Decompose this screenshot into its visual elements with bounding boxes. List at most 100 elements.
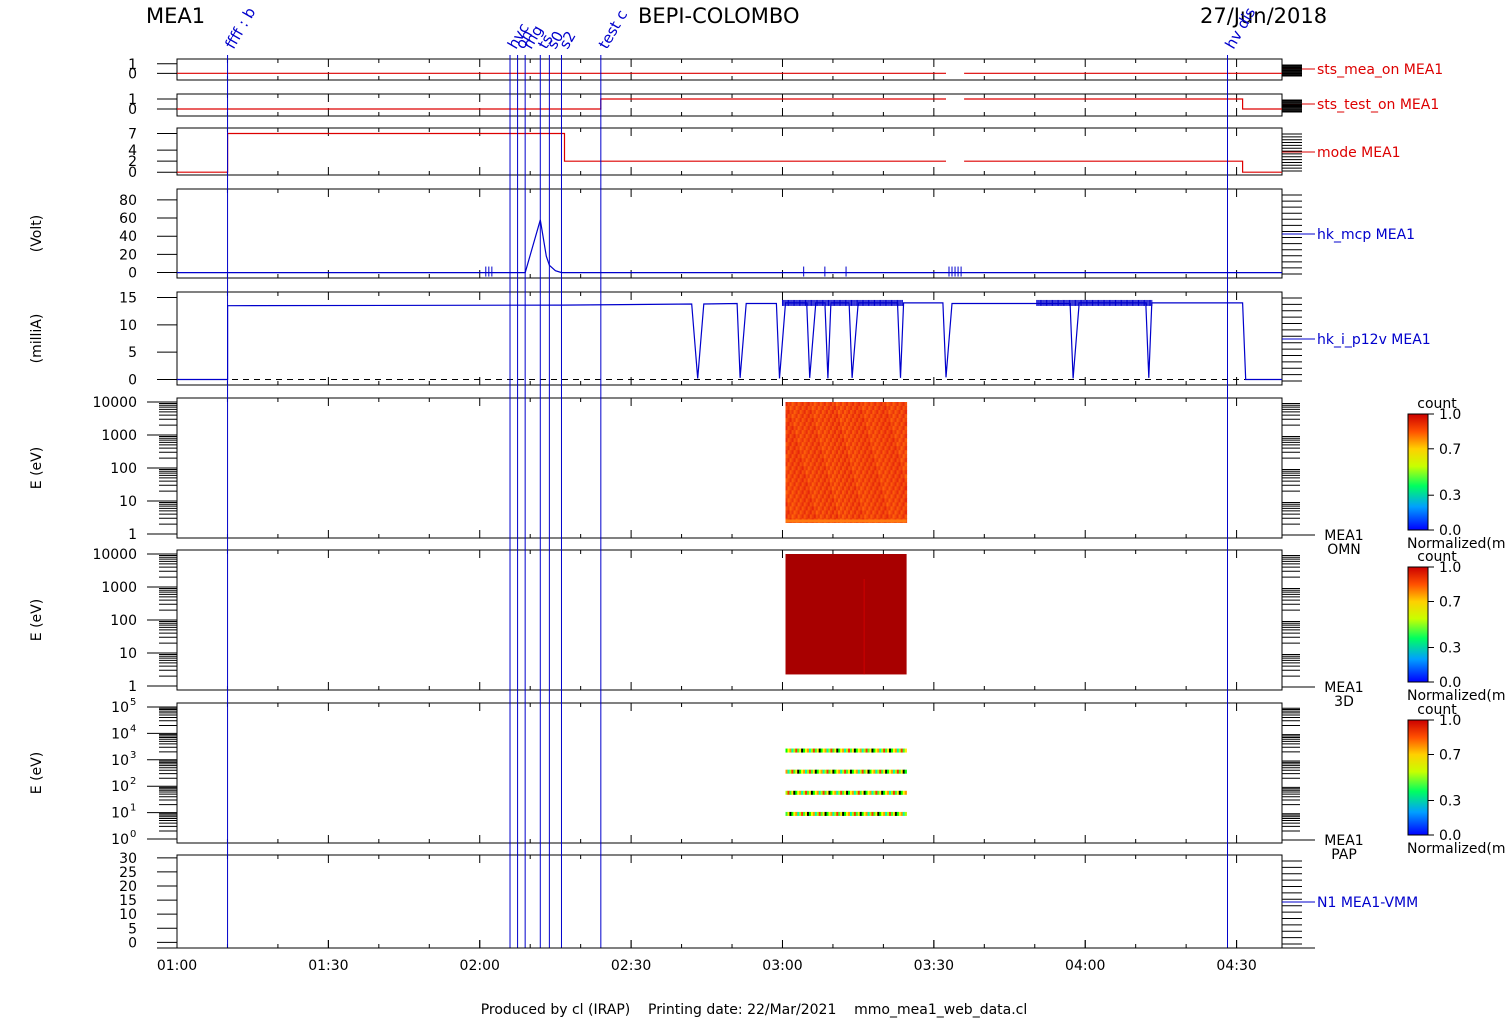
series-line (964, 160, 1282, 173)
band-cell (889, 790, 892, 795)
panel-0: sts_mea_on MEA110 (128, 57, 1443, 83)
band-cell (828, 790, 831, 795)
band-cell (867, 790, 870, 795)
band-cell (824, 811, 827, 816)
band-cell (900, 790, 903, 795)
band-cell (855, 811, 859, 816)
band-cell (834, 811, 837, 816)
band-cell (828, 811, 831, 816)
x-tick-label: 04:30 (1216, 958, 1256, 974)
band-cell (793, 811, 796, 816)
band-cell (904, 748, 907, 753)
band-cell (803, 811, 806, 816)
y-tick-label: 10 (111, 806, 129, 822)
panel-frame (176, 188, 1283, 279)
band-cell (855, 748, 859, 753)
band-cell (791, 769, 794, 774)
spectrogram-cell (904, 410, 908, 415)
panel-label: N1 MEA1-VMM (1317, 895, 1418, 911)
spectrogram-cell (904, 402, 908, 407)
band-cell (877, 811, 880, 816)
band-cell (881, 748, 884, 753)
band-cell (904, 790, 907, 795)
band-cell (793, 769, 796, 774)
colorbar (1407, 566, 1429, 683)
band-cell (806, 748, 810, 753)
band-cell (896, 748, 900, 753)
band-cell (896, 811, 900, 816)
band-cell (892, 790, 896, 795)
band-cell (881, 811, 884, 816)
panel-frame (176, 58, 1283, 81)
y-axis-label: E (eV) (29, 752, 45, 794)
y-tick-label: 0 (128, 102, 137, 118)
y-tick-exponent: 2 (130, 776, 136, 787)
spectrogram-cell (904, 450, 908, 455)
band-cell (853, 811, 857, 816)
y-tick-label: 10 (111, 779, 129, 795)
band-cell (889, 769, 892, 774)
band-cell (810, 811, 814, 816)
band-cell (812, 769, 816, 774)
band-cell (853, 769, 857, 774)
band-cell (877, 790, 880, 795)
colorbar-tick-label: 0.7 (1439, 442, 1461, 458)
band-cell (896, 790, 900, 795)
y-tick-label: 1000 (101, 428, 137, 444)
y-axis-label: E (eV) (29, 599, 45, 641)
band-cell (892, 769, 896, 774)
y-tick-exponent: 4 (130, 723, 136, 734)
spectrogram-cell (904, 494, 908, 499)
band-cell (902, 748, 905, 753)
y-tick-label: 100 (110, 461, 137, 477)
band-cell (879, 790, 882, 795)
panel-4: hk_i_p12v MEA1 (milliA) 15 10 5 0 (29, 290, 1431, 388)
band-cell (894, 790, 898, 795)
band-cell (812, 748, 816, 753)
band-cell (873, 811, 876, 816)
colorbar-tick-label: 0.3 (1439, 794, 1461, 810)
band-cell (801, 811, 804, 816)
band-cell (853, 790, 857, 795)
band-cell (822, 790, 825, 795)
band-cell (875, 811, 878, 816)
band-cell (808, 748, 812, 753)
band-cell (814, 790, 818, 795)
band-cell (836, 790, 839, 795)
band-cell (834, 748, 837, 753)
colorbar-label: Normalized(m (1407, 841, 1506, 857)
band-cell (859, 748, 862, 753)
band-cell (851, 811, 855, 816)
band-cell (842, 769, 845, 774)
band-cell (898, 769, 902, 774)
panel-6: MEA13DE (eV)100001000100101 (29, 547, 1364, 710)
panel-label: 3D (1334, 694, 1354, 710)
y-tick-exponent: 5 (130, 697, 136, 708)
band-cell (826, 748, 829, 753)
y-tick-exponent: 1 (130, 803, 136, 814)
panel-frame (176, 854, 1283, 949)
band-cell (842, 748, 845, 753)
band-cell (840, 748, 843, 753)
spectrogram-cell (904, 470, 908, 475)
spectrogram-cell (904, 466, 908, 471)
y-tick-label: 0 (128, 66, 137, 82)
band-cell (889, 811, 892, 816)
band-cell (851, 790, 855, 795)
y-tick-label: 0 (128, 373, 137, 389)
band-cell (871, 790, 874, 795)
colorbar-tick-label: 1.0 (1439, 407, 1461, 423)
band-cell (797, 748, 800, 753)
band-cell (857, 748, 861, 753)
band-cell (875, 769, 878, 774)
colorbar-tick-label: 0.3 (1439, 641, 1461, 657)
panel-frame (176, 127, 1283, 176)
band-cell (865, 769, 868, 774)
panel-3: hk_mcp MEA1 (Volt) 80 60 40 20 0 (29, 188, 1415, 282)
panel-label: hk_i_p12v MEA1 (1317, 332, 1431, 348)
band-cell (795, 748, 798, 753)
band-cell (894, 748, 898, 753)
band-cell (822, 811, 825, 816)
band-cell (826, 769, 829, 774)
band-cell (838, 811, 841, 816)
